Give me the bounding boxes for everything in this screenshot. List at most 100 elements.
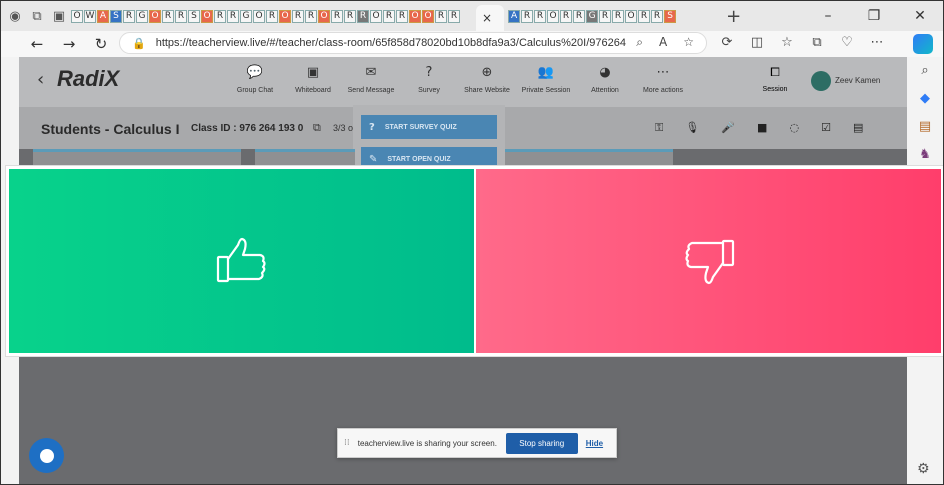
sidebar-settings-icon[interactable]: ⚙ <box>917 461 930 477</box>
tab-favicon[interactable]: R <box>534 9 547 23</box>
user-name[interactable]: Zeev Kamen <box>835 76 880 85</box>
workspaces-icon[interactable]: ⧉ <box>29 8 45 24</box>
zoom-icon[interactable]: ⌕ <box>636 35 643 50</box>
copy-icon[interactable]: ⧉ <box>313 121 321 135</box>
send-message-button[interactable]: ✉ Send Message <box>341 65 401 94</box>
tab-favicon[interactable]: R <box>383 9 395 23</box>
chat-widget-button[interactable] <box>29 438 64 473</box>
session-button[interactable]: ⧠ Session <box>755 65 795 93</box>
tab-favicon[interactable]: O <box>370 9 382 23</box>
camera-icon[interactable]: ■ <box>757 121 767 135</box>
tab-favicon[interactable]: R <box>573 9 586 23</box>
tab-favicon[interactable]: R <box>448 9 460 23</box>
tab-favicon[interactable]: O <box>318 9 330 23</box>
tab-favicon[interactable]: O <box>547 9 560 23</box>
tab-favicon[interactable]: R <box>651 9 664 23</box>
avatar[interactable] <box>811 71 831 91</box>
tab-favicon[interactable]: O <box>253 9 265 23</box>
tab-favicon[interactable]: R <box>331 9 343 23</box>
tab-favicon[interactable]: R <box>560 9 573 23</box>
tab-favicon[interactable]: R <box>266 9 278 23</box>
hide-link[interactable]: Hide <box>586 439 603 448</box>
back-arrow-icon[interactable]: ‹ <box>37 69 44 90</box>
stop-sharing-button[interactable]: Stop sharing <box>505 432 578 454</box>
tab-favicon[interactable]: S <box>188 9 200 23</box>
lock-person-icon[interactable]: ⚿ <box>655 121 663 135</box>
whiteboard-button[interactable]: ▣ Whiteboard <box>283 65 343 94</box>
tab-favicon[interactable]: R <box>638 9 651 23</box>
tag-icon[interactable]: ◆ <box>917 91 933 107</box>
tab-favicon[interactable]: S <box>664 9 677 23</box>
tab-favicon[interactable]: O <box>625 9 638 23</box>
more-actions-button[interactable]: ⋯ More actions <box>633 65 693 94</box>
group-chat-button[interactable]: 💬 Group Chat <box>225 65 285 94</box>
hide-icon[interactable]: ◌ <box>789 121 799 135</box>
tab-favicon[interactable]: S <box>110 9 122 23</box>
favorite-star-icon[interactable]: ☆ <box>683 35 694 50</box>
collections-icon[interactable]: ⧉ <box>809 35 825 50</box>
maximize-button[interactable]: ❐ <box>851 8 897 24</box>
browser-essentials-icon[interactable]: ♡ <box>839 35 855 50</box>
tab-favicon[interactable]: R <box>435 9 447 23</box>
tab-favicon[interactable]: R <box>175 9 187 23</box>
tab-favicon[interactable]: R <box>227 9 239 23</box>
close-window-button[interactable]: ✕ <box>897 8 943 24</box>
tab-favicon[interactable]: O <box>279 9 291 23</box>
grid-view-icon[interactable]: ▤ <box>853 121 863 135</box>
tab-favicon[interactable]: R <box>123 9 135 23</box>
forward-icon[interactable]: → <box>53 35 85 53</box>
survey-button[interactable]: ? Survey <box>399 65 459 94</box>
tab-favicon[interactable]: R <box>162 9 174 23</box>
tab-favicon[interactable]: R <box>214 9 226 23</box>
private-session-button[interactable]: 👥 Private Session <box>516 65 576 94</box>
tab-favicon[interactable]: R <box>305 9 317 23</box>
tab-favicon[interactable]: W <box>84 9 96 23</box>
refresh-icon[interactable]: ↻ <box>85 35 117 53</box>
extensions-icon[interactable]: ⟳ <box>719 35 735 50</box>
tab-close-icon[interactable]: × <box>482 11 492 25</box>
tab-favicon[interactable]: R <box>357 9 369 23</box>
split-screen-icon[interactable]: ◫ <box>749 35 765 50</box>
tab-favicon[interactable]: R <box>344 9 356 23</box>
url-text[interactable]: https://teacherview.live/#/teacher/class… <box>156 37 626 49</box>
tab-favicon[interactable]: O <box>422 9 434 23</box>
vertical-tabs-icon[interactable]: ▣ <box>51 8 67 24</box>
tab-favicon[interactable]: R <box>612 9 625 23</box>
back-icon[interactable]: ← <box>21 35 53 53</box>
tab-favicon[interactable]: O <box>201 9 213 23</box>
new-tab-button[interactable]: + <box>726 6 741 27</box>
tab-favicon[interactable]: O <box>71 9 83 23</box>
tab-favicon[interactable]: A <box>508 9 521 23</box>
microphone-icon[interactable]: 🎤 <box>721 121 735 135</box>
toolbox-icon[interactable]: ▤ <box>917 119 933 135</box>
active-tab[interactable]: × <box>476 5 505 31</box>
tab-favicon[interactable]: R <box>521 9 534 23</box>
copilot-icon[interactable] <box>913 34 933 54</box>
thumbs-down-button[interactable] <box>476 169 941 353</box>
share-website-button[interactable]: ⊕ Share Website <box>457 65 517 94</box>
lock-icon[interactable]: 🔒 <box>132 37 146 50</box>
url-field[interactable]: 🔒 https://teacherview.live/#/teacher/cla… <box>119 32 707 54</box>
search-icon[interactable]: ⌕ <box>917 63 933 79</box>
attention-button[interactable]: ◕ Attention <box>575 65 635 94</box>
tab-favicon[interactable]: A <box>97 9 109 23</box>
profile-icon[interactable]: ◉ <box>7 8 23 24</box>
favorites-icon[interactable]: ☆ <box>779 35 795 50</box>
tab-favicon[interactable]: G <box>240 9 252 23</box>
read-aloud-icon[interactable]: A <box>659 35 667 50</box>
tab-favicon[interactable]: O <box>149 9 161 23</box>
settings-more-icon[interactable]: ⋯ <box>869 35 885 50</box>
tab-favicon[interactable]: R <box>292 9 304 23</box>
checkbox-icon[interactable]: ☑ <box>821 121 831 135</box>
chess-icon[interactable]: ♞ <box>917 147 933 163</box>
tab-favicon[interactable]: G <box>136 9 148 23</box>
tab-favicon[interactable]: R <box>599 9 612 23</box>
minimize-button[interactable]: – <box>805 8 851 24</box>
mute-all-icon[interactable]: 🎙 <box>685 121 699 135</box>
drag-handle-icon[interactable]: ⁞⁞ <box>344 438 350 448</box>
start-survey-quiz-button[interactable]: ? START SURVEY QUIZ <box>361 115 497 139</box>
tab-favicon[interactable]: R <box>396 9 408 23</box>
tab-favicon[interactable]: O <box>409 9 421 23</box>
thumbs-up-button[interactable] <box>9 169 474 353</box>
tab-favicon[interactable]: G <box>586 9 599 23</box>
